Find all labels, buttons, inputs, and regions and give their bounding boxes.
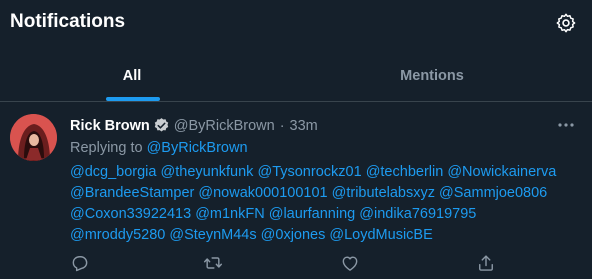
avatar[interactable] — [10, 114, 57, 161]
notification-tabs: All Mentions — [0, 50, 592, 102]
retweet-icon[interactable] — [203, 253, 223, 273]
mention-link[interactable]: @SteynM44s — [169, 227, 256, 243]
mention-link[interactable]: @LoydMusicBE — [329, 227, 432, 243]
mention-link[interactable]: @dcg_borgia — [70, 164, 156, 180]
author-name[interactable]: Rick Brown — [70, 118, 150, 134]
tab-mentions[interactable]: Mentions — [300, 50, 564, 102]
tab-all[interactable]: All — [0, 50, 264, 102]
tweet-mentions: @dcg_borgia @theyunkfunk @Tysonrockz01 @… — [70, 162, 570, 246]
mention-link[interactable]: @m1nkFN — [195, 206, 265, 222]
mention-link[interactable]: @tributelabsxyz — [332, 185, 435, 201]
tweet-actions — [70, 253, 500, 275]
replying-prefix: Replying to — [70, 140, 143, 156]
mention-link[interactable]: @techberlin — [366, 164, 444, 180]
verified-badge-icon — [154, 118, 168, 132]
tweet-time[interactable]: 33m — [290, 118, 318, 134]
mention-link[interactable]: @nowak000100101 — [198, 185, 327, 201]
mention-link[interactable]: @0xjones — [261, 227, 326, 243]
tweet-meta: Rick Brown @ByRickBrown · 33m — [70, 117, 318, 134]
mention-link[interactable]: @Coxon33922413 — [70, 206, 191, 222]
reply-icon[interactable] — [70, 253, 90, 273]
replying-handle-link[interactable]: @ByRickBrown — [147, 140, 248, 156]
share-icon[interactable] — [476, 253, 496, 273]
mention-link[interactable]: @Sammjoe0806 — [439, 185, 547, 201]
notification-tweet[interactable]: Rick Brown @ByRickBrown · 33m Replying t… — [0, 103, 592, 279]
mention-link[interactable]: @laurfanning — [269, 206, 355, 222]
active-tab-indicator — [106, 97, 160, 101]
meta-separator: · — [279, 117, 285, 134]
like-icon[interactable] — [340, 253, 360, 273]
mention-link[interactable]: @theyunkfunk — [161, 164, 254, 180]
author-handle[interactable]: @ByRickBrown — [174, 118, 275, 134]
header: Notifications — [0, 0, 592, 50]
page-title: Notifications — [10, 11, 126, 32]
mention-link[interactable]: @Nowickainerva — [447, 164, 556, 180]
mention-link[interactable]: @mroddy5280 — [70, 227, 165, 243]
mention-link[interactable]: @indika76919795 — [359, 206, 476, 222]
replying-to: Replying to @ByRickBrown — [70, 140, 248, 156]
mention-link[interactable]: @BrandeeStamper — [70, 185, 194, 201]
more-icon[interactable] — [556, 117, 576, 133]
mention-link[interactable]: @Tysonrockz01 — [257, 164, 361, 180]
gear-icon[interactable] — [555, 12, 577, 34]
